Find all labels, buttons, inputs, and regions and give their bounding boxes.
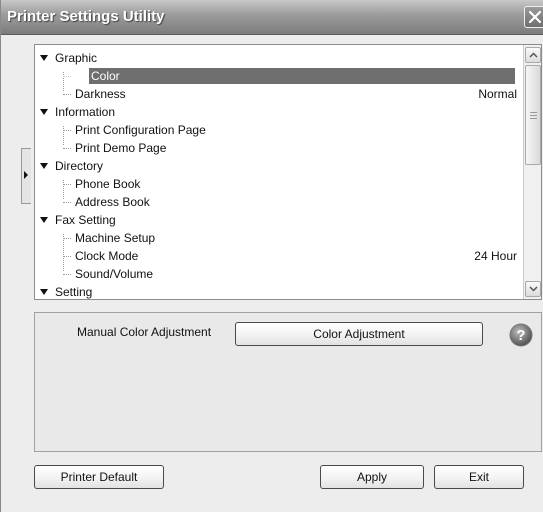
help-button[interactable]: ?: [509, 323, 533, 350]
grip-line: [530, 112, 537, 113]
tree-group-information[interactable]: Information: [35, 103, 523, 121]
tree-connector: [63, 94, 71, 95]
tree-item-machine-setup[interactable]: Machine Setup: [35, 229, 523, 247]
tree-item-label: Directory: [55, 159, 104, 173]
expanded-triangle-icon: [40, 55, 48, 61]
tree-connector: [63, 274, 71, 275]
tree-connector: [63, 238, 71, 239]
grip-line: [530, 115, 537, 116]
chevron-up-icon: [529, 52, 538, 58]
printer-default-button[interactable]: Printer Default: [34, 465, 164, 489]
tree-item-label: Phone Book: [75, 177, 141, 191]
tree-item-label: Sound/Volume: [75, 267, 154, 281]
scroll-thumb[interactable]: [525, 65, 541, 165]
expanded-triangle-icon: [40, 109, 48, 115]
tree-group-setting[interactable]: Setting: [35, 283, 523, 299]
tree-connector: [63, 256, 71, 257]
tree-connector: [63, 76, 71, 77]
title-bar[interactable]: Printer Settings Utility: [1, 0, 543, 35]
close-icon: [528, 10, 542, 24]
tree-connector: [63, 202, 71, 203]
tree-item-label: Clock Mode: [75, 249, 139, 263]
tree-item-label: Print Demo Page: [75, 141, 167, 155]
grip-line: [530, 118, 537, 119]
tree-item-color[interactable]: Color: [35, 67, 523, 85]
dialog-button-bar: Printer Default Apply Exit: [1, 452, 543, 512]
tree-item-value: Normal: [478, 87, 517, 101]
panel-collapse-handle[interactable]: [21, 148, 31, 204]
exit-button[interactable]: Exit: [434, 465, 524, 489]
svg-text:?: ?: [516, 327, 525, 344]
tree-item-label: Machine Setup: [75, 231, 156, 245]
tree-item-label: Print Configuration Page: [75, 123, 206, 137]
tree-item-label: Address Book: [75, 195, 150, 209]
tree-connector: [63, 130, 71, 131]
tree-item-phone-book[interactable]: Phone Book: [35, 175, 523, 193]
manual-color-adjustment-label: Manual Color Adjustment: [77, 325, 212, 339]
settings-tree: Graphic Color Darkness Normal Informatio…: [34, 44, 542, 300]
expanded-triangle-icon: [40, 217, 48, 223]
tree-item-value: 24 Hour: [474, 249, 517, 263]
tree-item-label: Setting: [55, 285, 93, 299]
close-button[interactable]: [524, 6, 543, 28]
tree-item-print-configuration-page[interactable]: Print Configuration Page: [35, 121, 523, 139]
tree-item-address-book[interactable]: Address Book: [35, 193, 523, 211]
tree-group-directory[interactable]: Directory: [35, 157, 523, 175]
expand-arrow-icon: [24, 171, 28, 179]
tree-group-fax-setting[interactable]: Fax Setting: [35, 211, 523, 229]
tree-item-label: Information: [55, 105, 116, 119]
vertical-scrollbar[interactable]: [523, 45, 541, 299]
chevron-down-icon: [529, 286, 538, 292]
window-title: Printer Settings Utility: [7, 8, 165, 25]
apply-button[interactable]: Apply: [320, 465, 424, 489]
tree-connector: [63, 148, 71, 149]
settings-detail-panel: Manual Color Adjustment Color Adjustment…: [34, 312, 542, 452]
printer-settings-window: Printer Settings Utility Graphic Color D…: [0, 0, 543, 512]
scroll-up-button[interactable]: [525, 47, 541, 63]
color-adjustment-button[interactable]: Color Adjustment: [235, 322, 483, 346]
help-question-icon: ?: [509, 323, 533, 347]
tree-item-label: Darkness: [75, 87, 126, 101]
tree-group-graphic[interactable]: Graphic: [35, 49, 523, 67]
tree-item-label: Graphic: [55, 51, 98, 65]
expanded-triangle-icon: [40, 289, 48, 295]
tree-item-label: Fax Setting: [55, 213, 116, 227]
tree-item-clock-mode[interactable]: Clock Mode 24 Hour: [35, 247, 523, 265]
scroll-down-button[interactable]: [525, 281, 541, 297]
tree-item-darkness[interactable]: Darkness Normal: [35, 85, 523, 103]
tree-item-label: Color: [91, 69, 120, 83]
tree-item-print-demo-page[interactable]: Print Demo Page: [35, 139, 523, 157]
tree-item-sound-volume[interactable]: Sound/Volume: [35, 265, 523, 283]
selection-highlight: [89, 68, 515, 84]
tree-connector: [63, 184, 71, 185]
expanded-triangle-icon: [40, 163, 48, 169]
